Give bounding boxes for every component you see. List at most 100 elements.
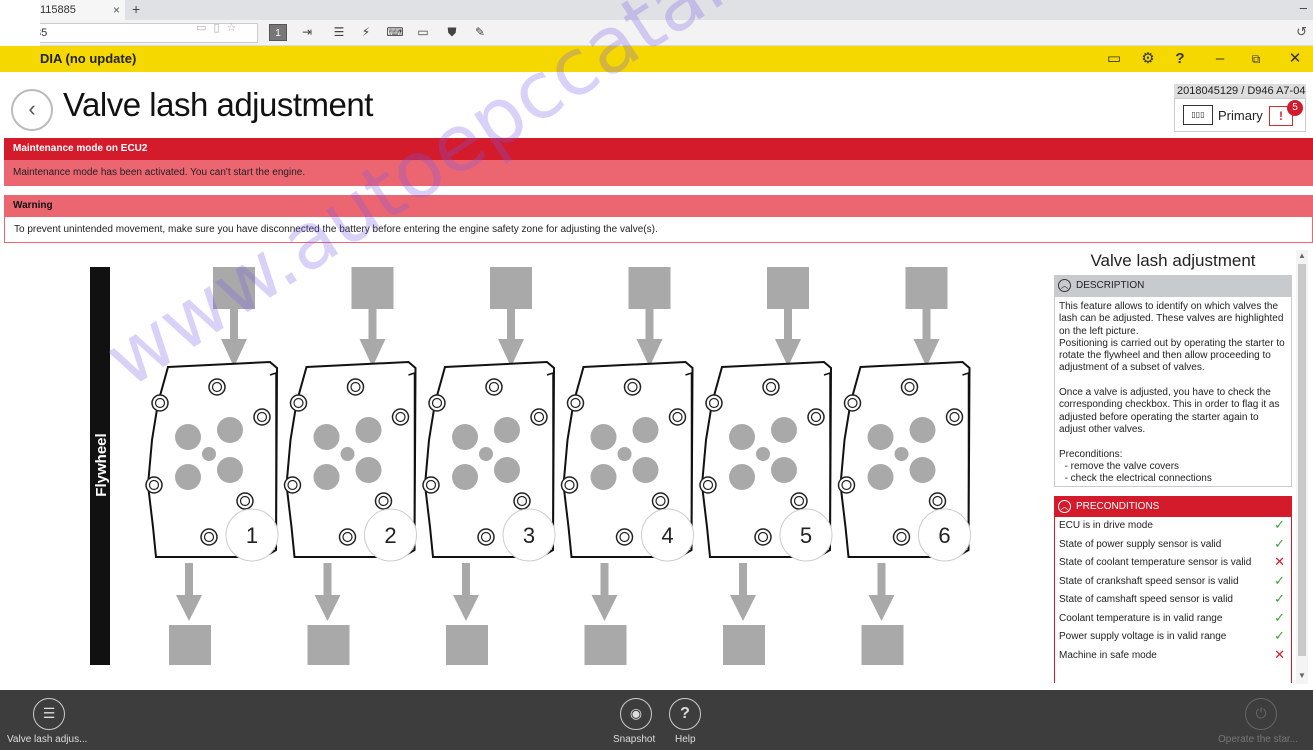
bolt-outer: [699, 476, 717, 494]
chat-icon[interactable]: ▭: [1104, 49, 1124, 69]
bolt-outer: [668, 408, 687, 426]
injector-circle: [617, 447, 632, 461]
injector-circle: [340, 447, 355, 461]
export-icon[interactable]: ⇥: [298, 24, 316, 41]
valve-circle: [313, 424, 340, 450]
injector-circle: [479, 447, 493, 461]
arrow-shaft-top: [368, 309, 377, 339]
valve-circle: [632, 417, 659, 443]
help-button[interactable]: ?: [669, 698, 701, 730]
precondition-row: Coolant temperature is in valid range ✓: [1055, 610, 1291, 629]
valve-circle: [217, 417, 243, 443]
shield-icon[interactable]: ⛊: [443, 24, 461, 41]
valve-box-top: [351, 267, 394, 309]
cylinder-number: 2: [384, 523, 396, 548]
valve-circle: [452, 464, 478, 490]
page-view-icon[interactable]: 1: [269, 24, 287, 41]
valve-circle: [590, 464, 617, 490]
history-icon[interactable]: ↺: [1296, 24, 1307, 40]
panel-scrollbar[interactable]: ▲ ▼: [1296, 250, 1308, 684]
bolt-outer: [200, 528, 218, 546]
maintenance-banner-title: Maintenance mode on ECU2: [4, 138, 1313, 160]
arrow-shaft-bottom: [462, 563, 470, 595]
lightning-icon[interactable]: ⚡: [357, 24, 375, 41]
minimize-icon[interactable]: –: [1210, 49, 1230, 69]
preconditions-section-toggle[interactable]: ︿ PRECONDITIONS: [1054, 496, 1292, 517]
bolt-outer: [615, 528, 634, 546]
arrow-head-bottom: [314, 595, 341, 621]
bolt-outer: [651, 492, 670, 510]
scroll-up-icon[interactable]: ▲: [1296, 250, 1308, 262]
valve-circle: [590, 424, 617, 450]
check-icon: ✓: [1274, 609, 1285, 625]
notes-icon[interactable]: ☰: [330, 24, 348, 41]
address-action-icons[interactable]: ▭ ▯ ☆: [196, 21, 238, 34]
keyboard-icon[interactable]: ⌨: [386, 24, 404, 41]
restore-icon[interactable]: ⧉: [1246, 49, 1266, 69]
operate-starter-label: Operate the star...: [1218, 734, 1299, 745]
alert-count-badge: 5: [1287, 100, 1303, 116]
bolt-outer: [289, 394, 308, 412]
valve-box-top: [213, 267, 255, 309]
description-section-toggle[interactable]: ︿ DESCRIPTION: [1054, 275, 1292, 296]
arrow-shaft-bottom: [185, 563, 193, 595]
injector-circle: [894, 447, 909, 461]
valve-circle: [175, 464, 201, 490]
arrow-head-bottom: [591, 595, 618, 621]
bolt-outer: [807, 408, 825, 426]
precondition-label: Power supply voltage is in valid range: [1059, 631, 1227, 642]
precondition-row: State of coolant temperature sensor is v…: [1055, 554, 1291, 573]
tab-title: 115885: [40, 4, 76, 16]
bolt-outer: [513, 492, 531, 510]
tab-close-icon[interactable]: ×: [113, 0, 120, 20]
check-icon: ✓: [1274, 517, 1285, 532]
browser-minimize-button[interactable]: –: [1300, 0, 1307, 15]
warning-banner-text: To prevent unintended movement, make sur…: [4, 217, 1313, 243]
cylinder-number: 4: [661, 523, 673, 548]
bolt-outer: [477, 528, 495, 546]
precondition-row: State of power supply sensor is valid ✓: [1055, 536, 1291, 555]
maintenance-banner-text: Maintenance mode has been activated. You…: [4, 160, 1313, 186]
scroll-thumb[interactable]: [1298, 264, 1306, 656]
valve-lash-button[interactable]: ☰: [33, 698, 65, 730]
bolt-outer: [346, 378, 365, 396]
bolt-outer: [151, 394, 169, 412]
bolt-outer: [208, 378, 226, 396]
scroll-down-icon[interactable]: ▼: [1296, 670, 1308, 682]
bolt-outer: [428, 394, 446, 412]
operate-starter-button[interactable]: ⏻: [1245, 698, 1277, 730]
camera-icon: ◉: [629, 705, 643, 721]
bolt-outer: [762, 378, 780, 396]
precondition-row: ECU is in drive mode ✓: [1055, 517, 1291, 536]
bolt-outer: [338, 528, 357, 546]
gear-icon[interactable]: ⚙: [1138, 49, 1158, 69]
snapshot-button[interactable]: ◉: [620, 698, 652, 730]
valve-lash-label: Valve lash adjus...: [7, 734, 88, 745]
arrow-head-bottom: [453, 595, 479, 621]
close-icon[interactable]: ✕: [1285, 49, 1305, 69]
arrow-head-bottom: [730, 595, 756, 621]
description-label: DESCRIPTION: [1076, 280, 1145, 291]
valve-circle: [729, 464, 755, 490]
arrow-shaft-top: [645, 309, 654, 339]
arrow-shaft-top: [507, 309, 515, 339]
engine-diagram: Flywheel 1 2 3 4 5 6: [90, 267, 971, 665]
bolt-outer: [485, 378, 503, 396]
valve-box-bottom: [169, 625, 211, 665]
precondition-row: State of crankshaft speed sensor is vali…: [1055, 573, 1291, 592]
pen-icon[interactable]: ✎: [471, 24, 489, 41]
back-button[interactable]: ‹: [11, 89, 53, 131]
cylinder-group: 1 2 3 4 5 6: [145, 267, 971, 665]
panel-title: Valve lash adjustment: [1090, 251, 1256, 270]
footer-bar: ☰ Valve lash adjus... ◉ Snapshot ? Help …: [0, 690, 1313, 750]
ecu-selector[interactable]: ▯▯▯ Primary ! 5: [1174, 98, 1306, 132]
ecu-label: Primary: [1218, 108, 1263, 123]
preconditions-label: PRECONDITIONS: [1076, 501, 1160, 512]
side-panel: Valve lash adjustment ︿ DESCRIPTION This…: [1054, 247, 1292, 683]
help-icon[interactable]: ?: [1170, 49, 1190, 69]
ecu-chip-icon: ▯▯▯: [1183, 105, 1213, 125]
new-tab-button[interactable]: +: [132, 0, 140, 18]
cross-icon: ✕: [1274, 554, 1285, 569]
screen-icon[interactable]: ▭: [414, 24, 432, 41]
bolt-outer: [623, 378, 642, 396]
